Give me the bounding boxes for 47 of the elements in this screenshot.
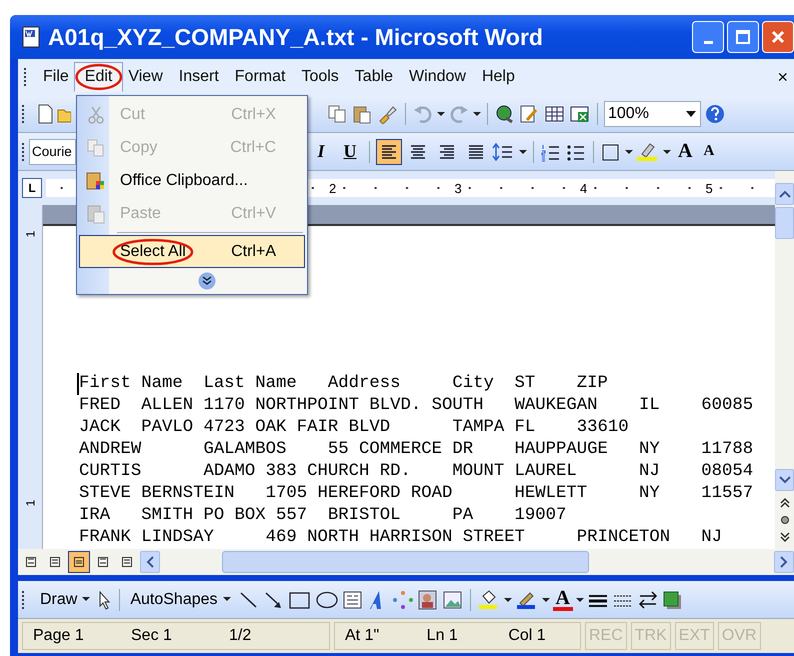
menu-item-label: Office Clipboard...: [120, 172, 248, 190]
menu-item[interactable]: Edit: [74, 62, 124, 92]
status-field: Col 1: [498, 627, 580, 645]
text-line: STEVE BERNSTEIN 1705 HEREFORD ROAD HEWLETT NY 11557: [79, 483, 754, 505]
font-size-button[interactable]: A: [674, 140, 696, 163]
menu-item-label: Copy: [120, 138, 158, 156]
text-line: IRA SMITH PO BOX 557 BRISTOL PA 19007: [79, 505, 568, 527]
ruler-number: 1: [23, 500, 37, 506]
ruler-number: 2: [327, 180, 338, 196]
zoom-dropdown[interactable]: 100%: [604, 100, 701, 126]
status-field: Ln 1: [416, 627, 498, 645]
menu-item[interactable]: Help: [474, 64, 523, 90]
menu-item[interactable]: Office Clipboard...: [79, 164, 305, 197]
text-line: CURTIS ADAMO 383 CHURCH RD. MOUNT LAUREL NJ 08054: [79, 461, 754, 483]
ruler-number: 1: [23, 230, 37, 238]
menu-item[interactable]: Format: [226, 64, 294, 90]
menu-item[interactable]: Tools: [293, 64, 347, 90]
text-line: ANDREW GALAMBOS 55 COMMERCE DR HAUPPAUGE NY 11788: [79, 439, 754, 461]
format-button[interactable]: I: [308, 138, 334, 164]
text-line: FRED ALLEN 1170 NORTHPOINT BLVD. SOUTH WAUKEGAN IL 60085: [79, 395, 754, 417]
draw-menu-button[interactable]: Draw: [36, 590, 94, 608]
text-line: FRANK LINDSAY 469 NORTH HARRISON STREET PRINCETON NJ: [79, 527, 723, 549]
autoshapes-menu-button[interactable]: AutoShapes: [126, 590, 235, 608]
font-field[interactable]: Courie: [29, 138, 76, 164]
font-size-button[interactable]: A: [699, 143, 718, 160]
status-field: At 1": [335, 627, 417, 645]
shortcut-label: Ctrl+A: [231, 242, 276, 260]
menu-item[interactable]: Insert: [170, 64, 227, 90]
font-color-button[interactable]: A: [552, 588, 573, 610]
menu-item[interactable]: Window: [401, 64, 474, 90]
tab-stop-selector[interactable]: L: [22, 178, 42, 198]
text-line: JACK PAVLO 4723 OAK FAIR BLVD TAMPA FL 33610: [79, 417, 630, 439]
menu-item-label: Select All: [111, 238, 195, 266]
status-field: Sec 1: [121, 627, 219, 645]
close-document-button[interactable]: ×: [771, 66, 794, 88]
shortcut-label: Ctrl+C: [230, 138, 276, 156]
menu-item[interactable]: Select All Ctrl+A: [79, 235, 305, 268]
menu-item[interactable]: Table: [346, 64, 402, 90]
shortcut-label: Ctrl+X: [231, 106, 276, 124]
status-field: 1/2: [219, 627, 317, 645]
menu-item-label: Paste: [120, 204, 161, 222]
menu-item-label: Cut: [120, 106, 145, 124]
format-button[interactable]: U: [337, 138, 363, 164]
status-field: Page 1: [23, 627, 121, 645]
ruler-number: 3: [452, 180, 464, 196]
shortcut-label: Ctrl+V: [231, 204, 276, 222]
window-title: A01q_XYZ_COMPANY_A.txt - Microsoft Word: [48, 24, 543, 50]
